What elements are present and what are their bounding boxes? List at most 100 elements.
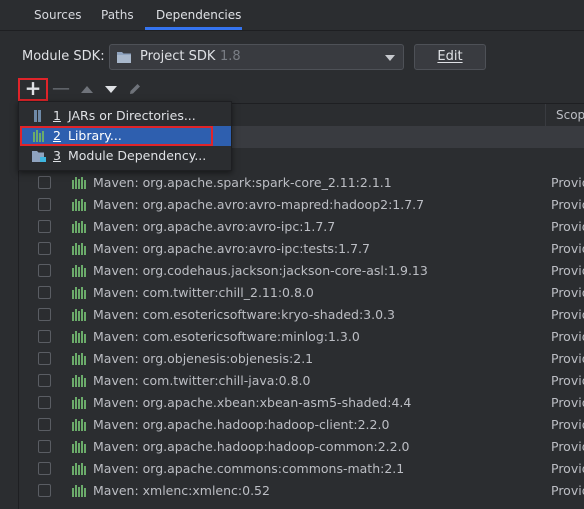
library-icon	[72, 397, 88, 409]
table-row[interactable]: Maven: org.apache.avro:avro-mapred:hadoo…	[19, 194, 584, 216]
dependency-name: Maven: com.twitter:chill_2.11:0.8.0	[93, 285, 314, 300]
library-icon	[72, 353, 88, 365]
table-row[interactable]: Maven: com.twitter:chill-java:0.8.0 Provi…	[19, 370, 584, 392]
export-checkbox[interactable]	[38, 462, 51, 475]
library-icon	[72, 485, 88, 497]
menu-item-number: 3	[53, 148, 61, 163]
edit-button[interactable]: Edit	[414, 44, 486, 70]
dependency-name: Maven: org.apache.avro:avro-ipc:tests:1.…	[93, 241, 370, 256]
menu-item-module[interactable]: 3 Module Dependency...	[20, 146, 231, 166]
scope-column-header[interactable]: Scope	[556, 108, 584, 122]
library-icon	[72, 331, 88, 343]
dependency-scope[interactable]: Provided	[551, 175, 584, 190]
dependency-name: Maven: com.esotericsoftware:minlog:1.3.0	[93, 329, 360, 344]
move-down-button[interactable]	[100, 78, 122, 100]
dependency-scope[interactable]: Provided	[551, 439, 584, 454]
library-icon	[72, 419, 88, 431]
dependency-scope[interactable]: Provided	[551, 197, 584, 212]
move-up-button[interactable]	[75, 78, 97, 100]
table-row[interactable]: Maven: org.apache.xbean:xbean-asm5-shade…	[19, 392, 584, 414]
column-divider[interactable]	[545, 104, 546, 126]
dependency-scope[interactable]: Provided	[551, 329, 584, 344]
table-row[interactable]: Maven: xmlenc:xmlenc:0.52 Provided	[19, 480, 584, 502]
dependency-scope[interactable]: Provided	[551, 395, 584, 410]
tab-sources[interactable]: Sources	[34, 0, 81, 31]
remove-button[interactable]: —	[50, 78, 72, 100]
table-row[interactable]: Maven: org.apache.hadoop:hadoop-client:2…	[19, 414, 584, 436]
export-checkbox[interactable]	[38, 374, 51, 387]
sdk-value: Project SDK	[140, 49, 216, 64]
dependency-name: Maven: org.apache.spark:spark-core_2.11:…	[93, 175, 392, 190]
export-checkbox[interactable]	[38, 198, 51, 211]
library-icon	[72, 177, 88, 189]
arrow-up-icon	[81, 86, 93, 93]
dependency-scope[interactable]: Provided	[551, 483, 584, 498]
export-checkbox[interactable]	[38, 440, 51, 453]
dependency-scope[interactable]: Provided	[551, 219, 584, 234]
library-icon	[72, 199, 88, 211]
module-sdk-dropdown[interactable]: Project SDK 1.8	[109, 44, 404, 70]
jar-directory-icon	[34, 110, 41, 122]
dependency-scope[interactable]: Provided	[551, 307, 584, 322]
export-checkbox[interactable]	[38, 396, 51, 409]
tab-bar: Sources Paths Dependencies	[0, 0, 584, 31]
active-tab-indicator	[145, 27, 242, 30]
library-icon	[72, 243, 88, 255]
table-row[interactable]: Maven: org.apache.commons:commons-math:2…	[19, 458, 584, 480]
add-button[interactable]: +	[18, 78, 48, 101]
dependency-name: Maven: com.esotericsoftware:kryo-shaded:…	[93, 307, 395, 322]
table-row[interactable]: Maven: org.apache.hadoop:hadoop-common:2…	[19, 436, 584, 458]
table-row[interactable]: Maven: com.esotericsoftware:minlog:1.3.0…	[19, 326, 584, 348]
export-checkbox[interactable]	[38, 242, 51, 255]
dependency-name: Maven: org.apache.xbean:xbean-asm5-shade…	[93, 395, 412, 410]
table-row[interactable]: Maven: org.apache.avro:avro-ipc:1.7.7 Pro…	[19, 216, 584, 238]
dependencies-toolbar: + —	[0, 78, 584, 102]
export-checkbox[interactable]	[38, 308, 51, 321]
dependency-name: Maven: org.objenesis:objenesis:2.1	[93, 351, 314, 366]
table-row[interactable]: Maven: org.codehaus.jackson:jackson-core…	[19, 260, 584, 282]
library-icon	[72, 287, 88, 299]
edit-dependency-button[interactable]	[124, 78, 146, 100]
dependency-scope[interactable]: Provided	[551, 285, 584, 300]
dependency-name: Maven: org.codehaus.jackson:jackson-core…	[93, 263, 428, 278]
dependency-scope[interactable]: Provided	[551, 351, 584, 366]
table-row[interactable]: Maven: com.twitter:chill_2.11:0.8.0 Provi…	[19, 282, 584, 304]
library-icon	[72, 221, 88, 233]
dependency-scope[interactable]: Provided	[551, 263, 584, 278]
export-checkbox[interactable]	[38, 484, 51, 497]
module-sdk-label: Module SDK:	[22, 49, 105, 64]
export-checkbox[interactable]	[38, 418, 51, 431]
table-row[interactable]: Maven: com.esotericsoftware:kryo-shaded:…	[19, 304, 584, 326]
module-icon	[32, 151, 46, 162]
library-icon	[72, 309, 88, 321]
arrow-down-icon	[105, 86, 117, 93]
chevron-down-icon	[385, 55, 395, 61]
library-icon	[72, 441, 88, 453]
library-icon	[72, 375, 88, 387]
folder-icon	[117, 52, 131, 63]
export-checkbox[interactable]	[38, 330, 51, 343]
dependency-name: Maven: org.apache.avro:avro-mapred:hadoo…	[93, 197, 425, 212]
table-row[interactable]: Maven: org.apache.avro:avro-ipc:tests:1.…	[19, 238, 584, 260]
dependency-name: Maven: xmlenc:xmlenc:0.52	[93, 483, 270, 498]
dependency-name: Maven: org.apache.avro:avro-ipc:1.7.7	[93, 219, 336, 234]
export-checkbox[interactable]	[38, 176, 51, 189]
menu-item-label: Module Dependency...	[68, 148, 207, 163]
menu-item-label: JARs or Directories...	[68, 108, 196, 123]
tab-paths[interactable]: Paths	[101, 0, 134, 31]
dependency-name: Maven: org.apache.commons:commons-math:2…	[93, 461, 405, 476]
dependency-scope[interactable]: Provided	[551, 373, 584, 388]
menu-item-jars[interactable]: 1 JARs or Directories...	[20, 106, 231, 126]
table-row[interactable]: Maven: org.objenesis:objenesis:2.1 Provid…	[19, 348, 584, 370]
table-row[interactable]: Maven: org.apache.spark:spark-core_2.11:…	[19, 172, 584, 194]
export-checkbox[interactable]	[38, 264, 51, 277]
dependency-scope[interactable]: Provided	[551, 417, 584, 432]
dependency-scope[interactable]: Provided	[551, 241, 584, 256]
export-checkbox[interactable]	[38, 286, 51, 299]
sdk-version: 1.8	[220, 49, 241, 64]
export-checkbox[interactable]	[38, 352, 51, 365]
library-icon	[72, 265, 88, 277]
export-checkbox[interactable]	[38, 220, 51, 233]
dependency-scope[interactable]: Provided	[551, 461, 584, 476]
pencil-icon	[130, 84, 140, 94]
